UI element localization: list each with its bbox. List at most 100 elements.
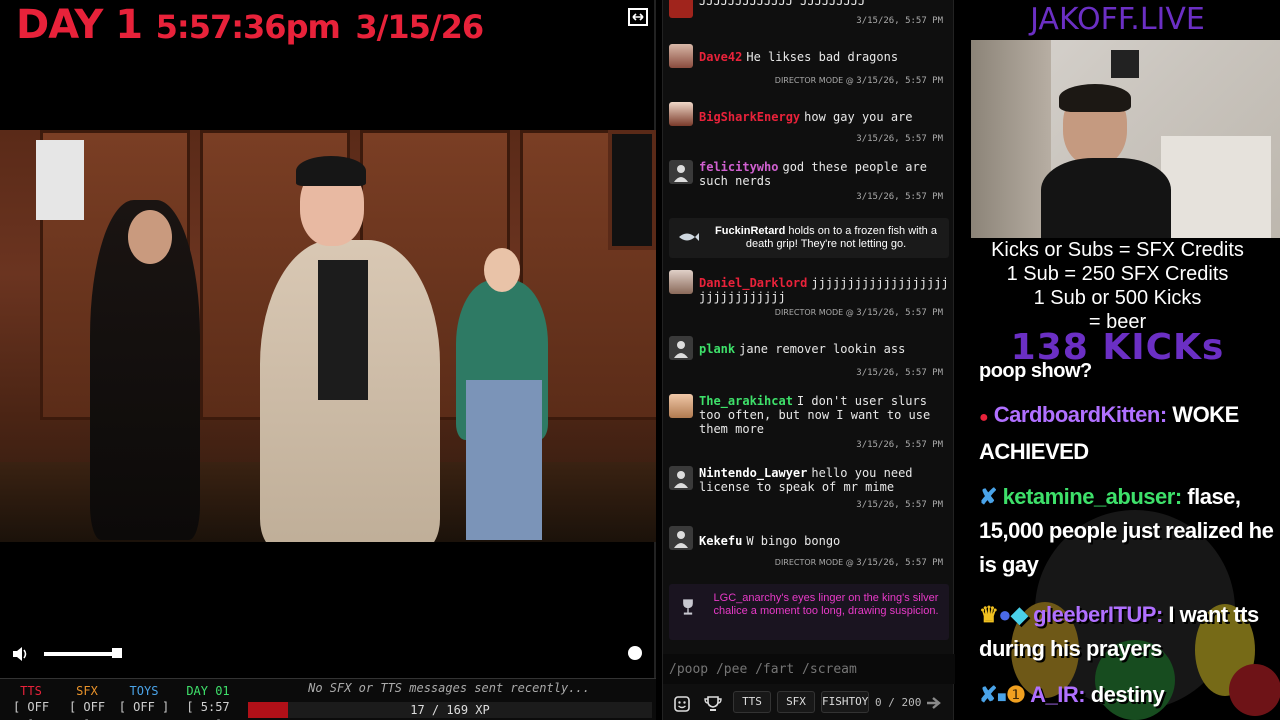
avatar bbox=[669, 102, 693, 126]
record-indicator-icon[interactable] bbox=[628, 646, 642, 660]
player-controls bbox=[0, 640, 656, 668]
site-title: JAKOFF.LIVE bbox=[1030, 2, 1205, 37]
default-avatar-icon bbox=[674, 531, 688, 548]
day-clock-header: DAY 1 5:57:36pm 3/15/26 bbox=[16, 2, 484, 48]
video-player[interactable]: DAY 1 5:57:36pm 3/15/26 bbox=[0, 0, 656, 678]
chat-input-row bbox=[663, 654, 955, 684]
stream-overlay: JAKOFF.LIVE Kicks or Subs = SFX Credits … bbox=[955, 0, 1280, 720]
sfx-button[interactable]: SFX bbox=[777, 691, 815, 713]
tts-label: TTS bbox=[20, 684, 42, 698]
status-bar: TTS [ OFF ] SFX [ OFF ] TOYS [ OFF ] DAY… bbox=[0, 678, 656, 720]
overlay-chat-text: destiny bbox=[1085, 682, 1165, 707]
chat-timestamp: 3/15/26, 5:57 PM bbox=[856, 368, 943, 378]
chat-username[interactable]: BigSharkEnergy bbox=[699, 110, 800, 124]
chat-username[interactable]: The_arakihcat bbox=[699, 394, 793, 408]
avatar bbox=[669, 160, 693, 184]
sfx-label: SFX bbox=[76, 684, 98, 698]
toys-status[interactable]: TOYS [ OFF ] bbox=[118, 684, 170, 716]
chat-input[interactable] bbox=[669, 658, 949, 680]
avatar bbox=[669, 526, 693, 550]
status-message: No SFX or TTS messages sent recently... bbox=[308, 681, 590, 695]
clock-date: 3/15/26 bbox=[355, 8, 484, 46]
chat-panel: JJJJJJJJJJJJJ JJJJJJJJJ 3/15/26, 5:57 PM… bbox=[662, 0, 955, 720]
event-text: LGC_anarchy's eyes linger on the king's … bbox=[713, 592, 939, 617]
chat-username[interactable]: felicitywho bbox=[699, 160, 778, 174]
chat-message-list[interactable]: JJJJJJJJJJJJJ JJJJJJJJJ 3/15/26, 5:57 PM… bbox=[663, 0, 955, 650]
trophy-icon[interactable] bbox=[703, 694, 723, 714]
day-status: DAY 01 [ 5:57 PM ] bbox=[176, 684, 240, 720]
send-arrow-icon[interactable] bbox=[925, 694, 945, 712]
event-username[interactable]: FuckinRetard bbox=[715, 225, 785, 237]
chat-message-text: JJJJJJJJJJJJJ JJJJJJJJJ bbox=[699, 0, 866, 8]
chat-username[interactable]: Nintendo_Lawyer bbox=[699, 466, 807, 480]
chat-username[interactable]: Daniel_Darklord bbox=[699, 276, 807, 290]
chat-username[interactable]: Dave42 bbox=[699, 50, 742, 64]
character-counter: 0 / 200 bbox=[875, 696, 922, 709]
default-avatar-icon bbox=[674, 341, 688, 358]
credits-line: 1 Sub or 500 Kicks bbox=[1033, 287, 1202, 309]
video-frame bbox=[0, 130, 656, 542]
expand-icon[interactable] bbox=[627, 6, 649, 28]
overlay-chat-message: ✘ ketamine_abuser: flase, 15,000 people … bbox=[979, 480, 1275, 582]
overlay-chat-username: ketamine_abuser: bbox=[1002, 484, 1183, 509]
chalice-icon bbox=[683, 599, 693, 615]
chat-timestamp: 3/15/26, 5:57 PM bbox=[856, 76, 943, 86]
director-mode-tag: DIRECTOR MODE @ bbox=[774, 76, 857, 85]
emoji-icon[interactable] bbox=[673, 695, 691, 713]
day-status-value: [ 5:57 PM ] bbox=[186, 700, 230, 720]
chat-timestamp: 3/15/26, 5:57 PM bbox=[856, 16, 943, 26]
toys-value: [ OFF ] bbox=[118, 700, 170, 714]
chat-timestamp: 3/15/26, 5:57 PM bbox=[856, 558, 943, 568]
orb-icon: ● bbox=[998, 602, 1012, 627]
day-label: DAY 1 bbox=[16, 2, 143, 48]
overlay-chat-message: ✘■❶ A_IR: destiny bbox=[979, 678, 1275, 715]
director-mode-tag: DIRECTOR MODE @ bbox=[774, 558, 857, 567]
default-avatar-icon bbox=[674, 471, 688, 488]
chat-username[interactable]: plank bbox=[699, 342, 735, 356]
overlay-chat-fragment: poop show? bbox=[979, 360, 1092, 382]
sfx-status[interactable]: SFX [ OFF ] bbox=[62, 684, 112, 720]
credits-line: 1 Sub = 250 SFX Credits bbox=[1006, 263, 1229, 285]
avatar bbox=[669, 44, 693, 68]
volume-slider-handle[interactable] bbox=[112, 648, 123, 658]
clock-time: 5:57:36pm bbox=[155, 8, 341, 46]
overlay-chat-username: A_IR: bbox=[1030, 682, 1086, 707]
tts-value: [ OFF ] bbox=[12, 700, 50, 720]
chat-message-text: jane remover lookin ass bbox=[739, 342, 906, 356]
avatar bbox=[669, 270, 693, 294]
overlay-chat: poop show? ● CardboardKitten: WOKE ACHIE… bbox=[955, 360, 1280, 720]
overlay-chat-username: gleeberITUP: bbox=[1033, 602, 1163, 627]
crown-icon: ♛ bbox=[979, 602, 999, 627]
chat-timestamp: 3/15/26, 5:57 PM bbox=[856, 134, 943, 144]
chat-timestamp: 3/15/26, 5:57 PM bbox=[856, 440, 943, 450]
fish-icon bbox=[679, 233, 699, 241]
avatar bbox=[669, 394, 693, 418]
overlay-chat-message: ● CardboardKitten: WOKE ACHIEVED bbox=[979, 398, 1275, 469]
chat-timestamp: 3/15/26, 5:57 PM bbox=[856, 308, 943, 318]
chat-username[interactable]: Kekefu bbox=[699, 534, 742, 548]
sword-icon: ✘ bbox=[979, 682, 997, 707]
volume-slider[interactable] bbox=[44, 652, 120, 656]
chat-message-text: how gay you are bbox=[804, 110, 913, 124]
xp-progress-bar: 17 / 169 XP bbox=[248, 702, 652, 718]
cube-icon: ◆ bbox=[1011, 602, 1028, 627]
tts-button[interactable]: TTS bbox=[733, 691, 771, 713]
volume-icon[interactable] bbox=[10, 644, 30, 664]
default-avatar-icon bbox=[674, 165, 688, 182]
fishtoy-button[interactable]: FISHTOY bbox=[821, 691, 869, 713]
badge-icon: ■ bbox=[996, 689, 1007, 706]
chat-toolbar: TTS SFX FISHTOY 0 / 200 bbox=[663, 688, 955, 718]
overlay-chat-username: CardboardKitten: bbox=[993, 402, 1167, 427]
chat-event: FuckinRetard holds on to a frozen fish w… bbox=[669, 218, 949, 258]
strawberry-icon: ● bbox=[979, 409, 989, 426]
chat-message-text: He likses bad dragons bbox=[746, 50, 899, 64]
day-status-label: DAY 01 bbox=[186, 684, 230, 698]
sword-icon: ✘ bbox=[979, 484, 997, 509]
tts-status[interactable]: TTS [ OFF ] bbox=[6, 684, 56, 720]
xp-progress-text: 17 / 169 XP bbox=[410, 703, 490, 717]
sfx-value: [ OFF ] bbox=[68, 700, 106, 720]
credits-info: Kicks or Subs = SFX Credits 1 Sub = 250 … bbox=[955, 238, 1280, 334]
credits-line: Kicks or Subs = SFX Credits bbox=[991, 239, 1244, 261]
number-one-icon: ❶ bbox=[1006, 682, 1026, 707]
director-mode-tag: DIRECTOR MODE @ bbox=[774, 308, 857, 317]
